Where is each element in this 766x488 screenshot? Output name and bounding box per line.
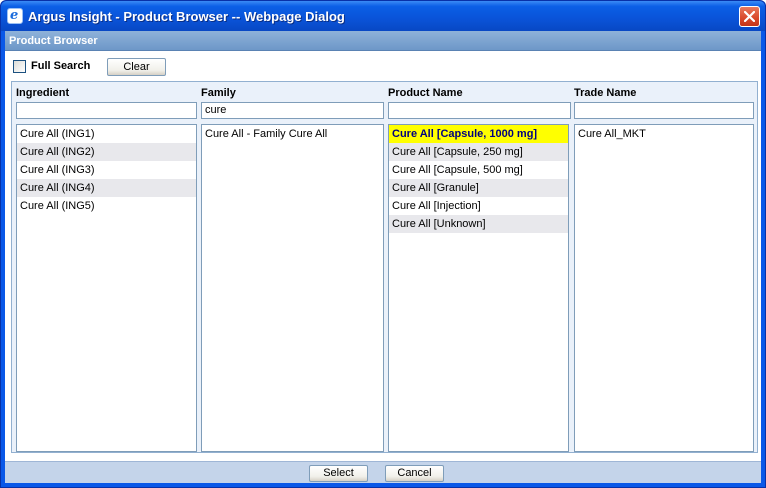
list-item[interactable]: Cure All (ING5) (17, 197, 196, 215)
section-header: Product Browser (5, 31, 761, 51)
window-title: Argus Insight - Product Browser -- Webpa… (28, 9, 345, 24)
cancel-button[interactable]: Cancel (385, 465, 444, 482)
family-filter-input[interactable]: cure (201, 102, 384, 119)
dialog-client-area: Product Browser Full Search Clear Ingred… (5, 31, 761, 483)
ingredient-filter-input[interactable] (16, 102, 197, 119)
full-search-checkbox[interactable] (13, 60, 26, 73)
close-icon (744, 11, 755, 22)
ingredient-list[interactable]: Cure All (ING1) Cure All (ING2) Cure All (… (16, 124, 197, 452)
list-item[interactable]: Cure All [Capsule, 500 mg] (389, 161, 568, 179)
title-bar[interactable]: e Argus Insight - Product Browser -- Web… (1, 1, 765, 31)
list-item[interactable]: Cure All_MKT (575, 125, 753, 143)
list-item[interactable]: Cure All (ING3) (17, 161, 196, 179)
list-item[interactable]: Cure All (ING1) (17, 125, 196, 143)
list-item[interactable]: Cure All [Unknown] (389, 215, 568, 233)
dialog-window: e Argus Insight - Product Browser -- Web… (0, 0, 766, 488)
list-item[interactable]: Cure All (ING4) (17, 179, 196, 197)
ingredient-header: Ingredient (16, 87, 70, 99)
internet-explorer-icon: e (7, 8, 23, 24)
family-list[interactable]: Cure All - Family Cure All (201, 124, 384, 452)
dialog-button-bar: Select Cancel (5, 461, 761, 483)
trade-name-header: Trade Name (574, 87, 637, 99)
search-toolbar: Full Search Clear (5, 52, 761, 80)
browser-panel: Ingredient Cure All (ING1) Cure All (ING2… (11, 81, 758, 453)
trade-name-list[interactable]: Cure All_MKT (574, 124, 754, 452)
list-item[interactable]: Cure All (ING2) (17, 143, 196, 161)
list-item[interactable]: Cure All - Family Cure All (202, 125, 383, 143)
product-name-header: Product Name (388, 87, 463, 99)
select-button[interactable]: Select (309, 465, 368, 482)
list-item[interactable]: Cure All [Injection] (389, 197, 568, 215)
family-header: Family (201, 87, 236, 99)
close-button[interactable] (739, 6, 760, 27)
product-name-list[interactable]: Cure All [Capsule, 1000 mg] Cure All [Cap… (388, 124, 569, 452)
list-item[interactable]: Cure All [Capsule, 250 mg] (389, 143, 568, 161)
list-item[interactable]: Cure All [Granule] (389, 179, 568, 197)
list-item[interactable]: Cure All [Capsule, 1000 mg] (389, 125, 568, 143)
product-name-filter-input[interactable] (388, 102, 571, 119)
trade-name-filter-input[interactable] (574, 102, 754, 119)
full-search-label: Full Search (31, 60, 91, 72)
clear-button[interactable]: Clear (107, 58, 166, 76)
section-title: Product Browser (9, 35, 98, 47)
